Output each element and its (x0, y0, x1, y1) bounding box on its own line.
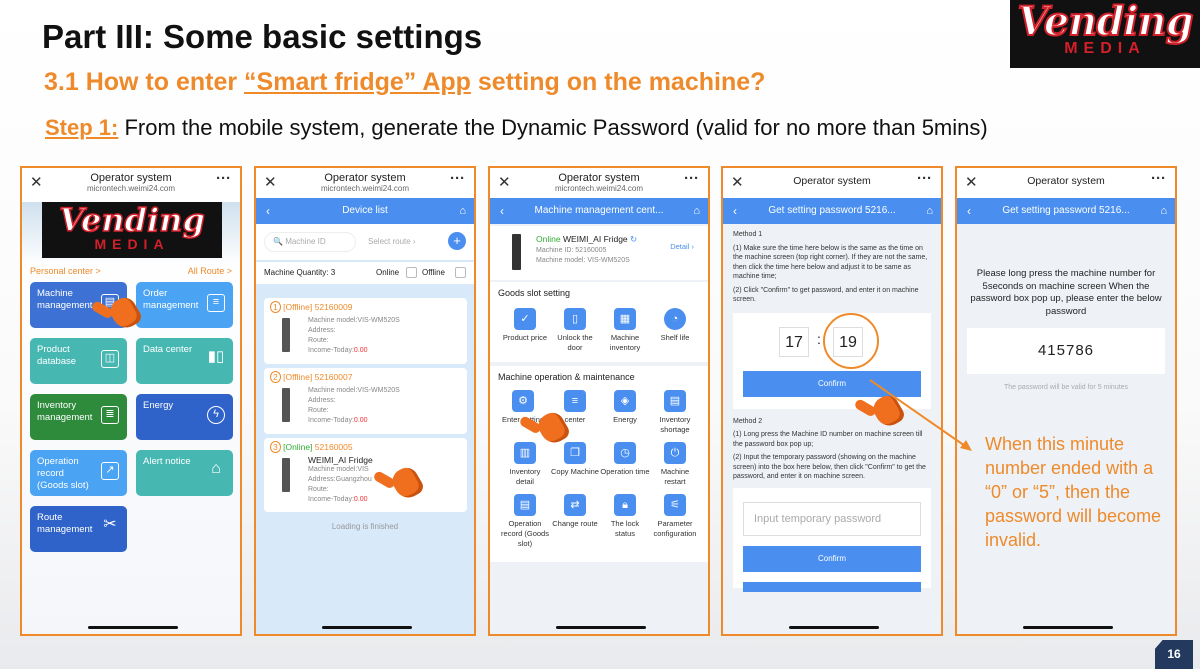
callout-arrow (869, 379, 972, 451)
page-number: 16 (1155, 640, 1193, 669)
minute-note: When this minute number ended with a “0”… (985, 434, 1162, 550)
